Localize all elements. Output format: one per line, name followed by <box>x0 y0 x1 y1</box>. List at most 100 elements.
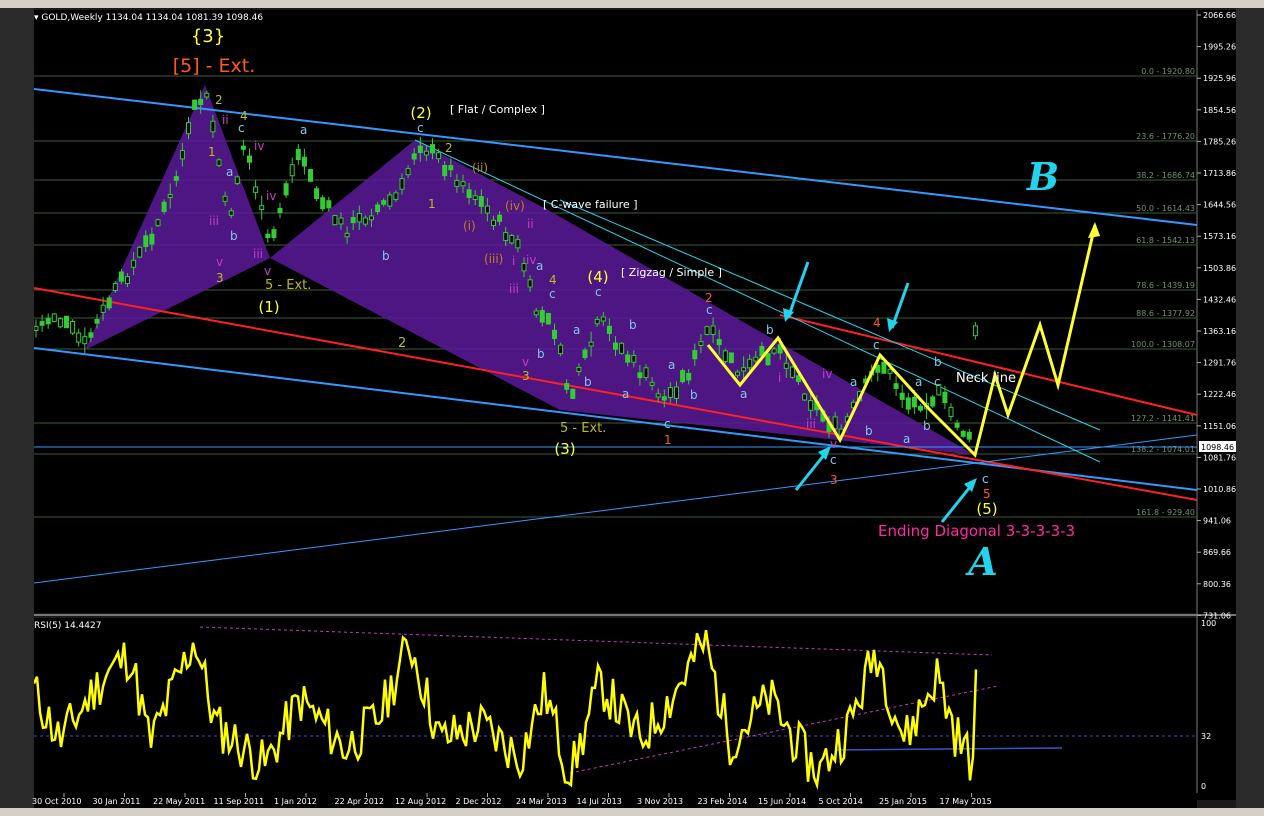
fib-label: 38.2 - 1686.74 <box>1136 171 1195 180</box>
candle-body <box>271 229 277 238</box>
date-tick-label: 23 Feb 2014 <box>698 797 748 806</box>
candle-body <box>155 219 161 227</box>
candle-body <box>619 342 625 354</box>
date-tick-label: 1 Jan 2012 <box>274 797 317 806</box>
candle-body <box>484 205 490 214</box>
candle-body <box>112 282 118 291</box>
candle-body <box>265 233 271 239</box>
candle-body <box>204 92 210 98</box>
candle-body <box>45 317 51 325</box>
candle-body <box>515 239 521 249</box>
candle-body <box>259 205 265 210</box>
candle-body <box>558 344 564 355</box>
svg-text:iii: iii <box>209 214 219 228</box>
svg-text:c: c <box>873 338 880 352</box>
wave5-ext-label: [5] - Ext. <box>173 55 256 77</box>
candle-body <box>930 396 936 407</box>
svg-text:v: v <box>264 264 271 278</box>
candle-body <box>332 215 338 226</box>
svg-text:v: v <box>216 255 223 269</box>
price-tick-label: 1925.96 <box>1203 74 1236 83</box>
candle-body <box>643 367 649 379</box>
price-axis-area <box>1197 10 1236 800</box>
svg-text:a: a <box>915 375 922 389</box>
wave1-label: (1) <box>258 298 279 316</box>
price-tick-label: 941.06 <box>1203 517 1231 526</box>
fib-label: 61.8 - 1542.13 <box>1136 236 1195 245</box>
candle-body <box>582 349 588 359</box>
candle-body <box>149 233 155 245</box>
candle-body <box>533 310 539 316</box>
candle-body <box>649 381 655 386</box>
candle-body <box>887 369 893 374</box>
candle-body <box>411 153 417 160</box>
candle-body <box>51 313 57 322</box>
svg-text:3: 3 <box>830 473 838 487</box>
candle-body <box>295 148 301 161</box>
price-tick-label: 1503.86 <box>1203 264 1236 273</box>
svg-text:a: a <box>573 323 580 337</box>
date-tick-label: 5 Oct 2014 <box>819 797 863 806</box>
wave2-label: (2) <box>410 104 431 122</box>
candle-body <box>893 383 899 389</box>
candle-body <box>399 178 405 190</box>
svg-text:b: b <box>629 318 637 332</box>
svg-text:c: c <box>664 417 671 431</box>
candle-body <box>637 372 643 379</box>
svg-text:iii: iii <box>253 247 263 261</box>
candle-body <box>228 210 234 216</box>
date-tick-label: 24 Mar 2013 <box>516 797 567 806</box>
candle-body <box>167 193 173 199</box>
price-chart[interactable]: 0.0 - 1920.80 23.6 - 1776.20 38.2 - 1686.7… <box>0 0 1264 816</box>
candle-body <box>381 200 387 205</box>
price-tick-label: 869.66 <box>1203 548 1231 557</box>
date-tick-label: 22 Apr 2012 <box>335 797 384 806</box>
candle-body <box>594 318 600 325</box>
candle-body <box>308 169 313 182</box>
rsi-tick-label: 32 <box>1201 732 1211 741</box>
price-tick-label: 1363.16 <box>1203 327 1236 336</box>
date-tick-label: 15 Jun 2014 <box>758 797 806 806</box>
candle-body <box>545 312 551 325</box>
candle-body <box>76 332 82 343</box>
candle-body <box>338 217 344 225</box>
svg-text:a: a <box>536 259 543 273</box>
candle-body <box>64 315 69 329</box>
svg-text:b: b <box>537 347 545 361</box>
candle-body <box>503 232 509 241</box>
fib-label: 78.6 - 1439.19 <box>1136 281 1195 290</box>
candle-body <box>661 396 667 401</box>
candle-body <box>802 393 808 401</box>
candle-body <box>216 159 222 166</box>
candle-body <box>698 341 704 347</box>
fib-label: 138.2 - 1074.01 <box>1131 445 1195 454</box>
price-tick-label: 1010.86 <box>1203 485 1236 494</box>
svg-text:c: c <box>982 472 989 486</box>
price-tick-label: 800.36 <box>1203 580 1231 589</box>
candle-body <box>436 152 442 160</box>
candle-body <box>954 422 960 428</box>
candle-body <box>405 168 411 176</box>
candle-body <box>247 155 252 163</box>
date-tick-label: 14 Jul 2013 <box>577 797 622 806</box>
svg-text:b: b <box>230 229 238 243</box>
fib-label: 23.6 - 1776.20 <box>1136 132 1195 141</box>
candle-body <box>753 356 759 362</box>
candle-body <box>314 188 320 200</box>
candle-body <box>240 145 246 150</box>
candle-body <box>350 217 356 224</box>
fib-label: 161.8 - 929.40 <box>1136 508 1195 517</box>
candle-body <box>735 371 740 376</box>
svg-text:4: 4 <box>873 316 881 330</box>
svg-text:1: 1 <box>428 197 436 211</box>
candle-body <box>716 339 722 346</box>
wave4-label: (4) <box>587 268 608 286</box>
svg-text:iii: iii <box>509 282 519 296</box>
price-tick-label: 1995.26 <box>1203 43 1236 52</box>
svg-text:ii: ii <box>222 113 229 127</box>
candle-body <box>552 329 557 339</box>
svg-text:c: c <box>238 121 245 135</box>
five-ext-1-label: 5 - Ext. <box>265 278 311 293</box>
candle-body <box>448 165 454 171</box>
candle-body <box>728 352 734 364</box>
